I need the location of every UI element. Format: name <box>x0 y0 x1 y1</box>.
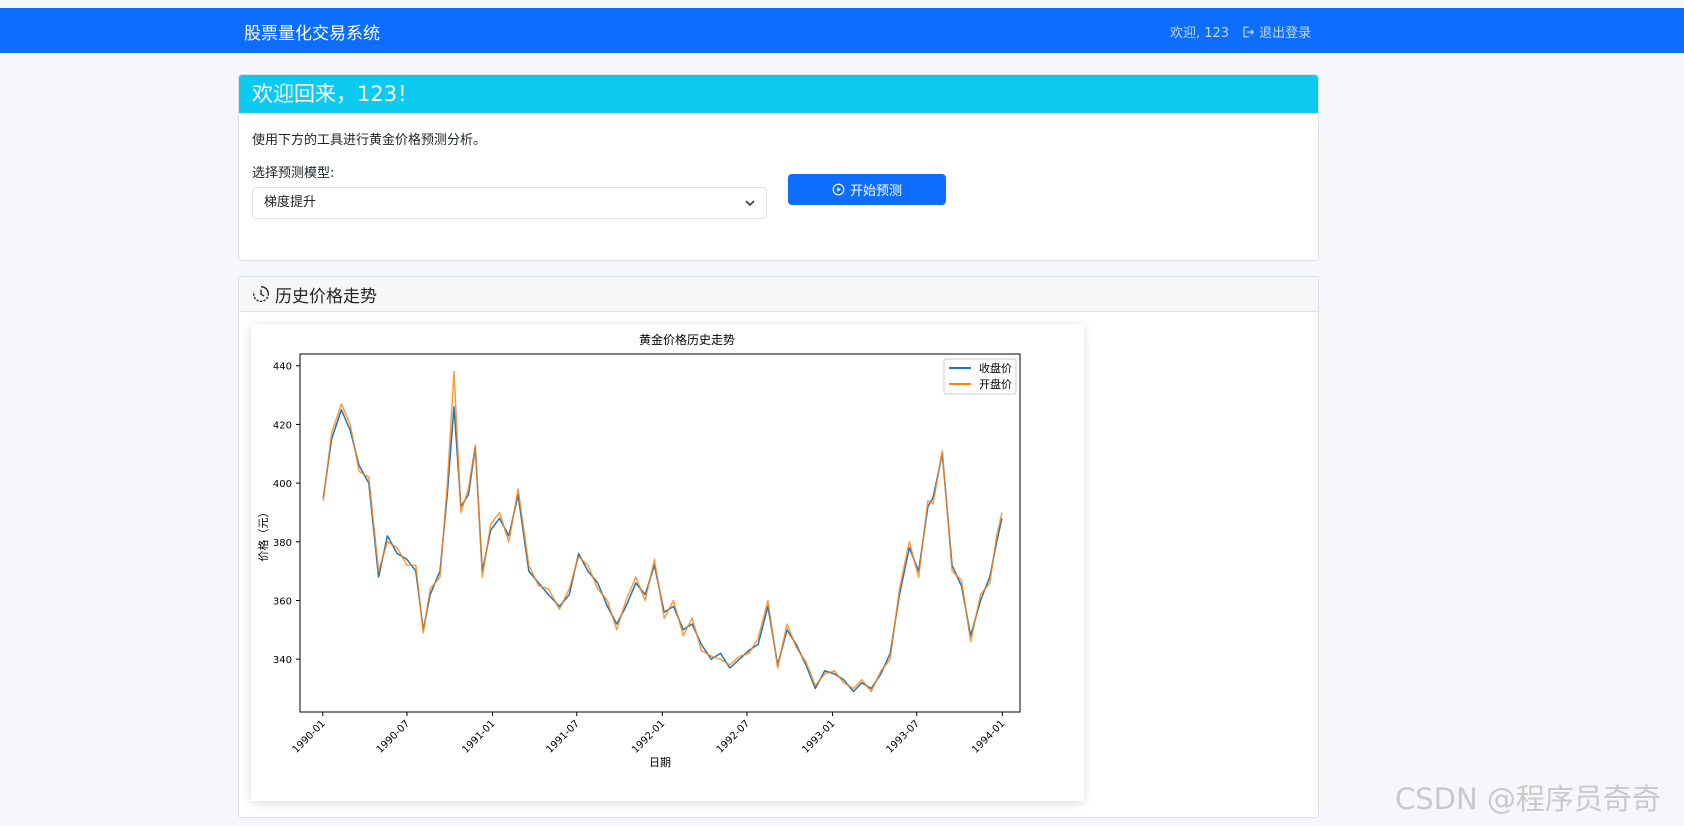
chart-title: 黄金价格历史走势 <box>639 332 735 347</box>
model-select-label: 选择预测模型: <box>252 166 335 181</box>
y-tick-label: 400 <box>273 479 292 490</box>
logout-label: 退出登录 <box>1259 26 1312 41</box>
y-tick-label: 440 <box>273 362 292 373</box>
y-tick-label: 340 <box>273 655 292 666</box>
welcome-heading: 欢迎回来，123！ <box>239 75 1318 113</box>
play-circle-icon <box>832 183 845 196</box>
chart-background <box>251 324 1084 801</box>
brand-title[interactable]: 股票量化交易系统 <box>244 19 380 44</box>
watermark: CSDN @程序员奇奇 <box>1395 782 1661 816</box>
logout-link[interactable]: 退出登录 <box>1241 22 1311 41</box>
y-tick-label: 360 <box>273 596 292 607</box>
chevron-down-icon <box>745 200 755 207</box>
model-select-value: 梯度提升 <box>264 195 317 210</box>
start-predict-button[interactable]: 开始预测 <box>788 174 946 205</box>
navbar: 股票量化交易系统 欢迎, 123 退出登录 <box>0 8 1684 53</box>
y-tick-label: 420 <box>273 420 292 431</box>
chart-legend: 收盘价 开盘价 <box>943 358 1017 395</box>
history-card-header: 历史价格走势 <box>239 277 1318 312</box>
history-heading: 历史价格走势 <box>275 286 377 307</box>
navbar-user-area: 欢迎, 123 退出登录 <box>1170 22 1311 41</box>
legend-label-open: 开盘价 <box>979 377 1012 391</box>
clock-history-icon <box>253 286 269 302</box>
start-predict-label: 开始预测 <box>849 184 902 199</box>
legend-label-close: 收盘价 <box>979 361 1012 375</box>
welcome-card: 欢迎回来，123！ 使用下方的工具进行黄金价格预测分析。 选择预测模型: 梯度提… <box>238 74 1319 261</box>
top-strip <box>0 0 1684 8</box>
model-select[interactable]: 梯度提升 <box>252 187 767 219</box>
chart-svg: 黄金价格历史走势 340360380400420440 1990-01 1990-… <box>251 324 1084 801</box>
y-axis-label: 价格（元） <box>256 507 270 562</box>
intro-text: 使用下方的工具进行黄金价格预测分析。 <box>252 133 487 148</box>
price-history-chart: 黄金价格历史走势 340 360 380 400 420 440 1990-01 1990-… <box>251 324 1084 801</box>
logout-icon <box>1243 26 1255 37</box>
history-card: 历史价格走势 黄金价格历史走势 340 360 380 400 420 440 1990-… <box>238 276 1319 818</box>
y-tick-label: 380 <box>273 538 292 549</box>
welcome-text: 欢迎, 123 <box>1170 26 1230 41</box>
x-axis-label: 日期 <box>649 756 671 769</box>
